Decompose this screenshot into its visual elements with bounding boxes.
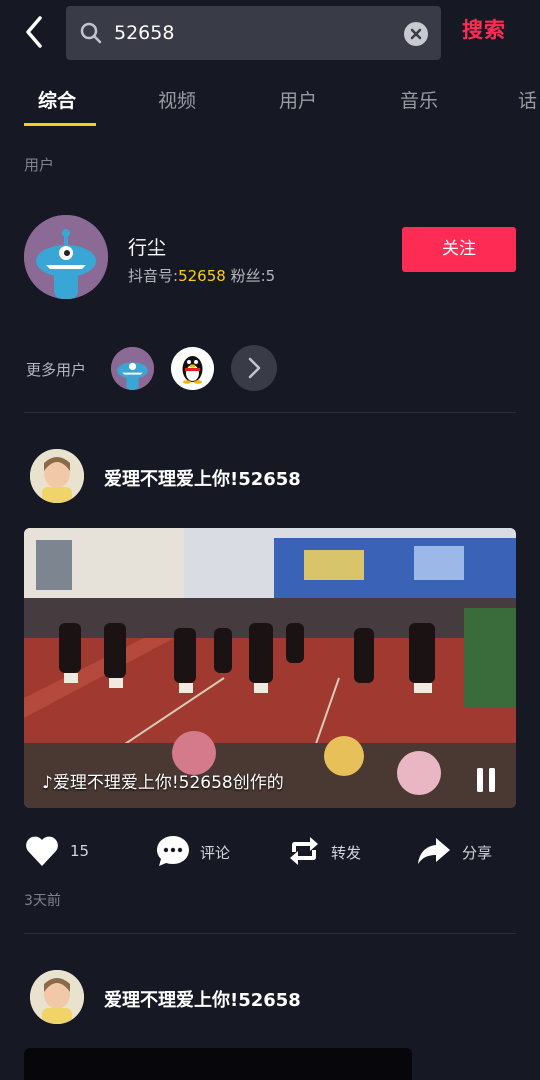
post-header: 爱理不理爱上你!52658 <box>0 449 540 509</box>
repost-icon[interactable] <box>286 834 322 868</box>
monster-avatar-icon <box>111 347 154 390</box>
child-avatar-icon <box>30 970 84 1024</box>
users-section-title: 用户 <box>24 156 55 174</box>
clear-search-button[interactable] <box>404 22 428 46</box>
repost-label[interactable]: 转发 <box>331 842 361 863</box>
back-button[interactable] <box>20 14 52 50</box>
tab-topics[interactable]: 话 <box>518 86 537 113</box>
more-user-avatar-2[interactable] <box>171 347 214 390</box>
post-timestamp: 3天前 <box>24 893 61 909</box>
pause-button[interactable] <box>474 766 498 794</box>
user-meta: 抖音号:52658 粉丝:5 <box>128 265 275 286</box>
post-divider <box>24 933 516 934</box>
user-result-card[interactable]: 行尘 抖音号:52658 粉丝:5 关注 <box>0 205 540 315</box>
post-actions: 15 评论 转发 分享 <box>0 828 540 874</box>
more-users-button[interactable] <box>231 345 277 391</box>
clear-icon <box>410 28 422 40</box>
follow-button[interactable]: 关注 <box>402 227 516 272</box>
back-arrow-icon <box>26 16 42 48</box>
video-player[interactable] <box>24 1048 412 1080</box>
share-icon[interactable] <box>416 834 452 868</box>
tab-music[interactable]: 音乐 <box>400 86 438 113</box>
video-frame-image <box>24 528 516 808</box>
user-id-label: 抖音号: <box>128 267 179 285</box>
heart-icon[interactable] <box>24 834 60 868</box>
more-user-avatar-1[interactable] <box>111 347 154 390</box>
avatar[interactable] <box>24 215 108 299</box>
tab-users[interactable]: 用户 <box>279 86 317 113</box>
video-caption: ♪爱理不理爱上你!52658创作的 <box>42 773 284 793</box>
monster-avatar-icon <box>24 215 108 299</box>
comment-label[interactable]: 评论 <box>200 842 230 863</box>
child-avatar-icon <box>30 449 84 503</box>
result-tabs: 综合 视频 用户 音乐 话 <box>0 70 540 128</box>
user-name: 行尘 <box>128 237 167 259</box>
top-search-bar: 搜索 <box>0 0 540 70</box>
avatar[interactable] <box>30 449 84 503</box>
pause-icon <box>477 768 495 792</box>
avatar[interactable] <box>30 970 84 1024</box>
like-count: 15 <box>70 842 90 860</box>
section-divider <box>24 412 516 413</box>
user-fans-label: 粉丝: <box>230 267 266 285</box>
user-id-value: 52658 <box>178 267 226 285</box>
share-label[interactable]: 分享 <box>462 842 492 863</box>
post-header: 爱理不理爱上你!52658 <box>0 970 540 1030</box>
chevron-right-icon <box>248 357 261 379</box>
post-author-name[interactable]: 爱理不理爱上你!52658 <box>104 986 301 1012</box>
penguin-avatar-icon <box>171 347 214 390</box>
video-player[interactable]: ♪爱理不理爱上你!52658创作的 <box>24 528 516 808</box>
post-author-name[interactable]: 爱理不理爱上你!52658 <box>104 465 301 491</box>
more-users-row: 更多用户 <box>0 345 540 393</box>
comment-icon[interactable] <box>155 834 191 868</box>
more-users-label: 更多用户 <box>26 361 87 379</box>
tab-comprehensive[interactable]: 综合 <box>38 86 76 113</box>
search-box[interactable] <box>66 6 441 60</box>
search-input[interactable] <box>114 6 394 60</box>
user-fans-value: 5 <box>265 267 276 285</box>
tab-videos[interactable]: 视频 <box>158 86 196 113</box>
search-submit-button[interactable]: 搜索 <box>462 14 506 44</box>
search-icon <box>80 22 102 44</box>
active-tab-indicator <box>24 123 96 126</box>
